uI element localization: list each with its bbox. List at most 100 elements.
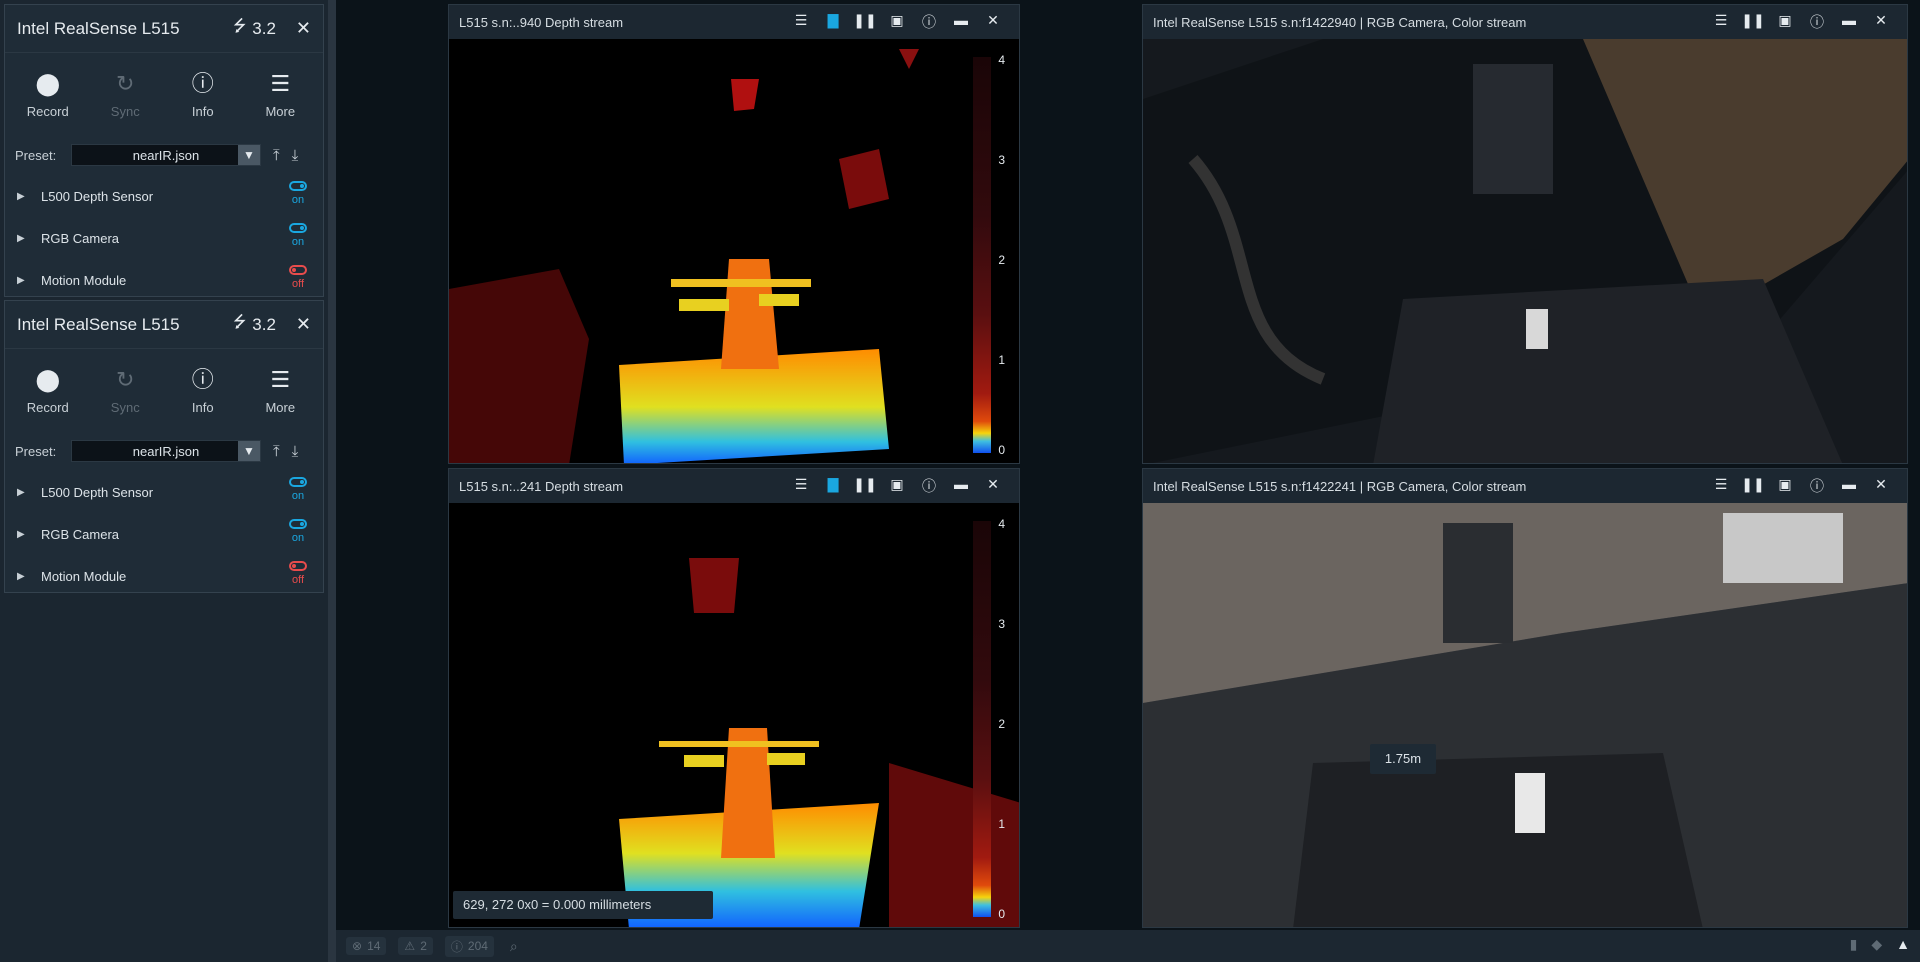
scene-part xyxy=(1526,309,1548,349)
warning-icon: ⚠ xyxy=(404,939,416,953)
list-icon[interactable]: ☰ xyxy=(785,12,817,32)
preset-select[interactable]: nearIR.json ▼ xyxy=(71,440,261,462)
pause-icon[interactable]: ❚❚ xyxy=(1737,476,1769,496)
depth-object xyxy=(759,294,799,306)
info-icon[interactable]: ⓘ xyxy=(1801,476,1833,496)
sensor-toggle[interactable]: on xyxy=(283,181,313,206)
colorbar-tick: 2 xyxy=(998,717,1005,731)
expand-arrow-icon[interactable]: ▶ xyxy=(17,275,41,286)
close-icon[interactable]: ✕ xyxy=(977,12,1009,32)
upload-icon[interactable]: ⤒ xyxy=(273,147,280,164)
download-icon[interactable]: ⤓ xyxy=(292,147,299,164)
pause-icon[interactable]: ❚❚ xyxy=(1737,12,1769,32)
rgb-image[interactable] xyxy=(1143,503,1907,927)
expand-arrow-icon[interactable]: ▶ xyxy=(17,487,41,498)
list-icon[interactable]: ☰ xyxy=(1705,476,1737,496)
scene-part xyxy=(1515,773,1545,833)
record-button[interactable]: ⬤ Record xyxy=(9,366,87,415)
close-icon[interactable]: ✕ xyxy=(1865,12,1897,32)
depth-object xyxy=(671,279,811,287)
sensor-toggle[interactable]: on xyxy=(283,477,313,502)
sensor-row[interactable]: ▶ Motion Module off xyxy=(5,555,323,597)
toggle-switch-icon xyxy=(289,223,307,233)
record-button[interactable]: ⬤ Record xyxy=(9,70,87,119)
sensor-row[interactable]: ▶ L500 Depth Sensor on xyxy=(5,471,323,513)
window-icon[interactable]: ▬ xyxy=(945,12,977,32)
menu-icon: ☰ xyxy=(270,70,291,96)
chart-icon[interactable]: ▇ xyxy=(817,476,849,496)
device-toolbar: ⬤ Record ↻ Sync ⓘ Info ☰ More xyxy=(5,349,323,431)
usb-icon: ⭍ xyxy=(232,18,247,35)
camera-icon[interactable]: ▣ xyxy=(881,12,913,32)
sensor-row[interactable]: ▶ RGB Camera on xyxy=(5,217,323,259)
colorbar-tick: 0 xyxy=(998,443,1005,457)
warnings-badge[interactable]: ⚠ 2 xyxy=(398,937,433,955)
pause-icon[interactable]: ❚❚ xyxy=(849,12,881,32)
camera-icon[interactable]: ▣ xyxy=(1769,12,1801,32)
expand-arrow-icon[interactable]: ▶ xyxy=(17,571,41,582)
upload-icon[interactable]: ⤒ xyxy=(273,443,280,460)
more-button[interactable]: ☰ More xyxy=(242,366,320,415)
chevron-down-icon: ▼ xyxy=(238,441,260,461)
pause-icon[interactable]: ❚❚ xyxy=(849,476,881,496)
info-badge[interactable]: ⓘ 204 xyxy=(444,935,494,957)
info-button[interactable]: ⓘ Info xyxy=(164,70,242,119)
camera-icon[interactable]: ▣ xyxy=(881,476,913,496)
stream-title: L515 s.n:..940 Depth stream xyxy=(459,14,624,30)
download-icon[interactable]: ⤓ xyxy=(292,443,299,460)
info-icon[interactable]: ⓘ xyxy=(913,12,945,32)
search-icon[interactable]: ⌕ xyxy=(510,938,518,955)
rgb-image[interactable] xyxy=(1143,39,1907,463)
depth-object xyxy=(684,755,724,767)
sensor-row[interactable]: ▶ RGB Camera on xyxy=(5,513,323,555)
expand-arrow-icon[interactable]: ▶ xyxy=(17,191,41,202)
window-icon[interactable]: ▬ xyxy=(1833,476,1865,496)
camera-icon[interactable]: ▣ xyxy=(1769,476,1801,496)
scene-robot xyxy=(1443,523,1513,643)
sensor-toggle[interactable]: off xyxy=(283,561,313,586)
colorbar-tick: 3 xyxy=(998,153,1005,167)
sensor-toggle[interactable]: off xyxy=(283,265,313,290)
window-icon[interactable]: ▬ xyxy=(945,476,977,496)
chart-icon[interactable]: ▇ xyxy=(817,12,849,32)
preset-select[interactable]: nearIR.json ▼ xyxy=(71,144,261,166)
depth-stream-panel: L515 s.n:..241 Depth stream ☰ ▇ ❚❚ ▣ ⓘ ▬… xyxy=(448,468,1020,928)
depth-image[interactable]: 4 3 2 1 0 629, 272 0x0 = 0.000 millimete… xyxy=(449,503,1019,927)
depth-image[interactable]: 4 3 2 1 0 xyxy=(449,39,1019,463)
expand-arrow-icon[interactable]: ▶ xyxy=(17,529,41,540)
info-icon: ⓘ xyxy=(191,366,214,392)
close-icon[interactable]: ✕ xyxy=(977,476,1009,496)
info-button[interactable]: ⓘ Info xyxy=(164,366,242,415)
expand-up-icon[interactable]: ▲ xyxy=(1896,936,1910,953)
sync-button[interactable]: ↻ Sync xyxy=(87,366,165,415)
stream-header: Intel RealSense L515 s.n:f1422241 | RGB … xyxy=(1143,469,1907,503)
close-icon[interactable]: ✕ xyxy=(1865,476,1897,496)
warnings-count: 2 xyxy=(420,939,427,953)
expand-arrow-icon[interactable]: ▶ xyxy=(17,233,41,244)
trash-icon[interactable]: ▮ xyxy=(1850,936,1858,953)
close-device-button[interactable]: ✕ xyxy=(296,314,311,335)
depth-colorbar xyxy=(973,521,991,917)
record-label: Record xyxy=(26,399,69,415)
more-button[interactable]: ☰ More xyxy=(242,70,320,119)
close-device-button[interactable]: ✕ xyxy=(296,18,311,39)
list-icon[interactable]: ☰ xyxy=(1705,12,1737,32)
sync-button[interactable]: ↻ Sync xyxy=(87,70,165,119)
drop-icon[interactable]: ◆ xyxy=(1871,936,1882,953)
sensor-row[interactable]: ▶ Motion Module off xyxy=(5,259,323,301)
sensor-name: RGB Camera xyxy=(41,526,120,542)
list-icon[interactable]: ☰ xyxy=(785,476,817,496)
device-header: Intel RealSense L515 ⭍ 3.2 ✕ xyxy=(5,5,323,53)
sensor-toggle[interactable]: on xyxy=(283,519,313,544)
info-icon[interactable]: ⓘ xyxy=(913,476,945,496)
device-sidebar: Intel RealSense L515 ⭍ 3.2 ✕ ⬤ Record ↻ … xyxy=(0,0,328,962)
sensor-toggle[interactable]: on xyxy=(283,223,313,248)
window-icon[interactable]: ▬ xyxy=(1833,12,1865,32)
sensor-row[interactable]: ▶ L500 Depth Sensor on xyxy=(5,175,323,217)
info-icon[interactable]: ⓘ xyxy=(1801,12,1833,32)
stream-title: L515 s.n:..241 Depth stream xyxy=(459,478,624,494)
depth-blob xyxy=(689,558,739,613)
rgb-visualization xyxy=(1143,503,1907,927)
errors-badge[interactable]: ⊗ 14 xyxy=(346,937,387,955)
sidebar-scrollbar[interactable] xyxy=(328,0,336,962)
